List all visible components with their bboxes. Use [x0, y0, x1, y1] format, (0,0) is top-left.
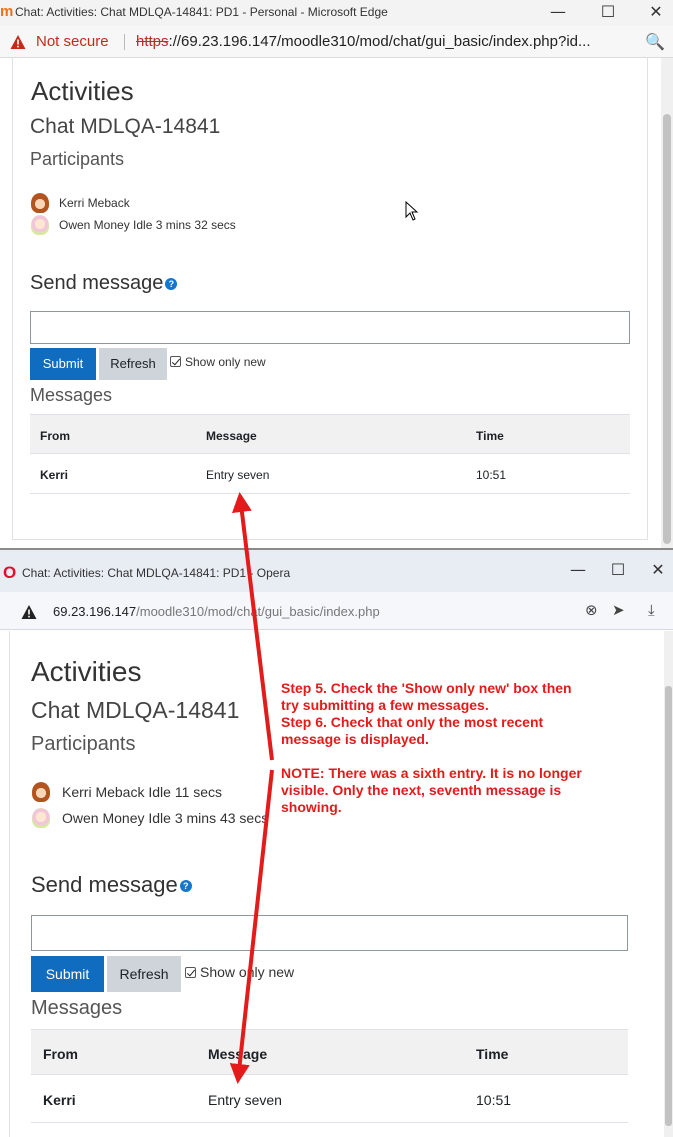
scrollbar-thumb[interactable]: [663, 114, 671, 544]
header-time: Time: [476, 429, 504, 443]
clear-icon[interactable]: ⊗: [585, 601, 598, 619]
participant-name: Kerri Meback: [59, 196, 130, 210]
url-scheme: https: [136, 33, 169, 50]
table-header: From Message Time: [31, 1029, 628, 1075]
row-time: 10:51: [476, 1092, 512, 1108]
header-message: Message: [208, 1046, 268, 1062]
annotation-line: NOTE: There was a sixth entry. It is no …: [281, 765, 582, 781]
checkbox-checked-icon[interactable]: [170, 356, 181, 367]
messages-heading: Messages: [30, 385, 113, 405]
mouse-cursor-icon: [405, 201, 419, 221]
page-title: Activities: [31, 656, 142, 687]
participant-name: Kerri Meback Idle 11 secs: [62, 784, 223, 800]
message-input[interactable]: [31, 915, 628, 951]
participants-heading: Participants: [30, 149, 125, 169]
edge-address-bar[interactable]: Not secure https://69.23.196.147/moodle3…: [0, 26, 673, 58]
close-button[interactable]: ✕: [635, 558, 673, 584]
opera-title-bar: O Chat: Activities: Chat MDLQA-14841: PD…: [0, 550, 673, 592]
edge-window-title: Chat: Activities: Chat MDLQA-14841: PD1 …: [15, 5, 388, 19]
header-from: From: [43, 1046, 78, 1062]
refresh-button[interactable]: Refresh: [99, 348, 167, 380]
minimize-button[interactable]: —: [535, 0, 581, 26]
edge-page-content: Activities Chat MDLQA-14841 Participants…: [12, 58, 648, 540]
download-icon[interactable]: ⤓: [648, 601, 655, 619]
avatar: [31, 193, 49, 213]
submit-button[interactable]: Submit: [30, 348, 96, 380]
avatar: [31, 215, 49, 235]
edge-scrollbar[interactable]: [661, 58, 673, 548]
url-rest: ://69.23.196.147/moodle310/mod/chat/gui_…: [168, 33, 591, 50]
refresh-button[interactable]: Refresh: [107, 956, 181, 992]
close-button[interactable]: ✕: [633, 0, 673, 26]
chat-title: Chat MDLQA-14841: [31, 697, 240, 723]
row-message: Entry seven: [208, 1092, 282, 1108]
participants-heading: Participants: [31, 733, 136, 755]
show-only-new-checkbox[interactable]: Show only new: [185, 964, 294, 980]
edge-url[interactable]: https://69.23.196.147/moodle310/mod/chat…: [136, 33, 591, 50]
row-from: Kerri: [40, 468, 69, 482]
message-input[interactable]: [30, 311, 630, 344]
annotation-line: visible. Only the next, seventh message …: [281, 782, 562, 798]
not-secure-label[interactable]: Not secure: [36, 33, 109, 50]
opera-logo-icon: O: [3, 563, 17, 582]
warning-icon[interactable]: [21, 604, 37, 620]
chat-title: Chat MDLQA-14841: [30, 115, 221, 138]
url-host: 69.23.196.147: [53, 604, 137, 619]
opera-window: O Chat: Activities: Chat MDLQA-14841: PD…: [0, 550, 673, 1137]
show-only-new-checkbox[interactable]: Show only new: [170, 355, 266, 369]
moodle-app-icon: m: [0, 3, 14, 20]
table-row: Kerri Entry seven 10:51: [30, 454, 630, 494]
table-row: Kerri Entry seven 10:51: [31, 1075, 628, 1123]
show-only-new-label: Show only new: [185, 355, 266, 369]
opera-address-bar[interactable]: 69.23.196.147/moodle310/mod/chat/gui_bas…: [0, 592, 673, 630]
header-message: Message: [206, 429, 257, 443]
send-message-heading: Send message?: [31, 872, 192, 898]
annotation-line: Step 6. Check that only the most recent: [281, 714, 544, 730]
opera-window-title: Chat: Activities: Chat MDLQA-14841: PD1 …: [22, 566, 291, 580]
opera-scrollbar[interactable]: [664, 631, 673, 1137]
annotation-line: Step 5. Check the 'Show only new' box th…: [281, 680, 572, 696]
submit-button[interactable]: Submit: [31, 956, 104, 992]
header-time: Time: [476, 1046, 509, 1062]
scrollbar-thumb[interactable]: [665, 686, 672, 1126]
warning-icon[interactable]: [10, 34, 26, 50]
participant-name: Owen Money Idle 3 mins 43 secs: [62, 810, 269, 826]
send-message-label: Send message: [31, 872, 178, 897]
annotation-line: try submitting a few messages.: [281, 697, 489, 713]
participant-name: Owen Money Idle 3 mins 32 secs: [59, 218, 236, 232]
row-from: Kerri: [43, 1092, 76, 1108]
send-message-label: Send message: [30, 272, 164, 294]
help-icon[interactable]: ?: [179, 880, 192, 893]
address-divider: [124, 34, 125, 50]
annotation-line: showing.: [281, 799, 342, 815]
messages-table: From Message Time Kerri Entry seven 10:5…: [30, 414, 630, 498]
send-icon[interactable]: ➤: [612, 601, 625, 619]
search-icon[interactable]: 🔍: [645, 32, 665, 51]
annotation-line: message is displayed.: [281, 731, 429, 747]
edge-window: m Chat: Activities: Chat MDLQA-14841: PD…: [0, 0, 673, 549]
messages-heading: Messages: [31, 997, 123, 1019]
help-icon[interactable]: ?: [165, 277, 178, 290]
opera-url[interactable]: 69.23.196.147/moodle310/mod/chat/gui_bas…: [53, 604, 380, 619]
show-only-new-label: Show only new: [200, 964, 295, 980]
annotation-line: [281, 748, 582, 765]
avatar: [32, 782, 50, 802]
page-title: Activities: [31, 76, 134, 106]
maximize-button[interactable]: ☐: [585, 0, 631, 26]
table-header: From Message Time: [30, 414, 630, 454]
row-message: Entry seven: [206, 468, 270, 482]
messages-table: From Message Time Kerri Entry seven 10:5…: [31, 1029, 628, 1129]
checkbox-checked-icon[interactable]: [185, 967, 196, 978]
send-message-heading: Send message?: [30, 272, 178, 295]
header-from: From: [40, 429, 70, 443]
avatar: [32, 808, 50, 828]
edge-title-bar: m Chat: Activities: Chat MDLQA-14841: PD…: [0, 0, 673, 26]
row-time: 10:51: [476, 468, 507, 482]
url-path: /moodle310/mod/chat/gui_basic/index.php: [136, 604, 380, 619]
annotation-text: Step 5. Check the 'Show only new' box th…: [281, 680, 582, 816]
